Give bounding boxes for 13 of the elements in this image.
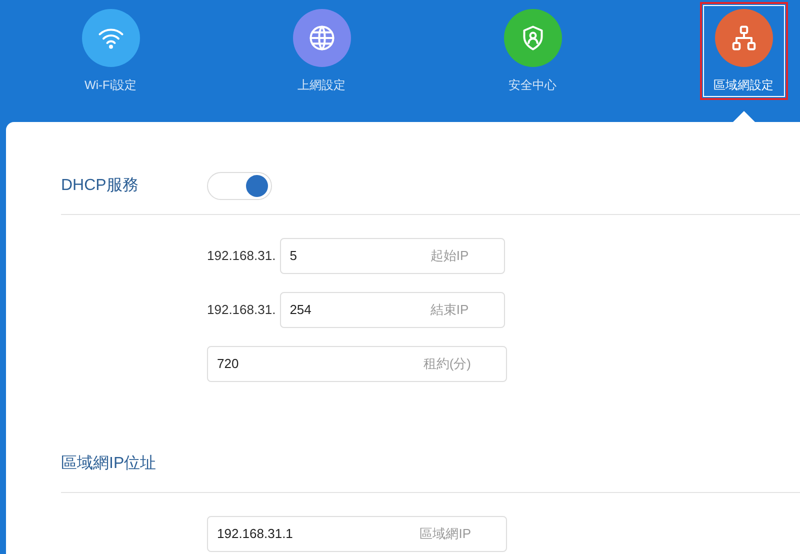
toggle-switch[interactable] — [207, 172, 272, 200]
input-field[interactable]: 192.168.31.1 區域網IP — [207, 516, 507, 552]
nav-tab[interactable]: 安全中心 — [488, 2, 576, 100]
input-field[interactable]: 254 結束IP — [280, 292, 505, 328]
input-field[interactable]: 5 起始IP — [280, 238, 505, 274]
ip-prefix: 192.168.31. — [207, 301, 276, 320]
input-field[interactable]: 720 租約(分) — [207, 346, 507, 382]
section-title: DHCP服務 — [61, 176, 140, 196]
nav-tab[interactable]: Wi-Fi設定 — [66, 2, 154, 100]
ip-prefix: 192.168.31. — [207, 247, 276, 266]
nav-tab[interactable]: 上網設定 — [278, 2, 366, 100]
nav-tab[interactable]: 區域網設定 — [700, 2, 788, 100]
section-title: 區域網IP位址 — [61, 454, 158, 474]
